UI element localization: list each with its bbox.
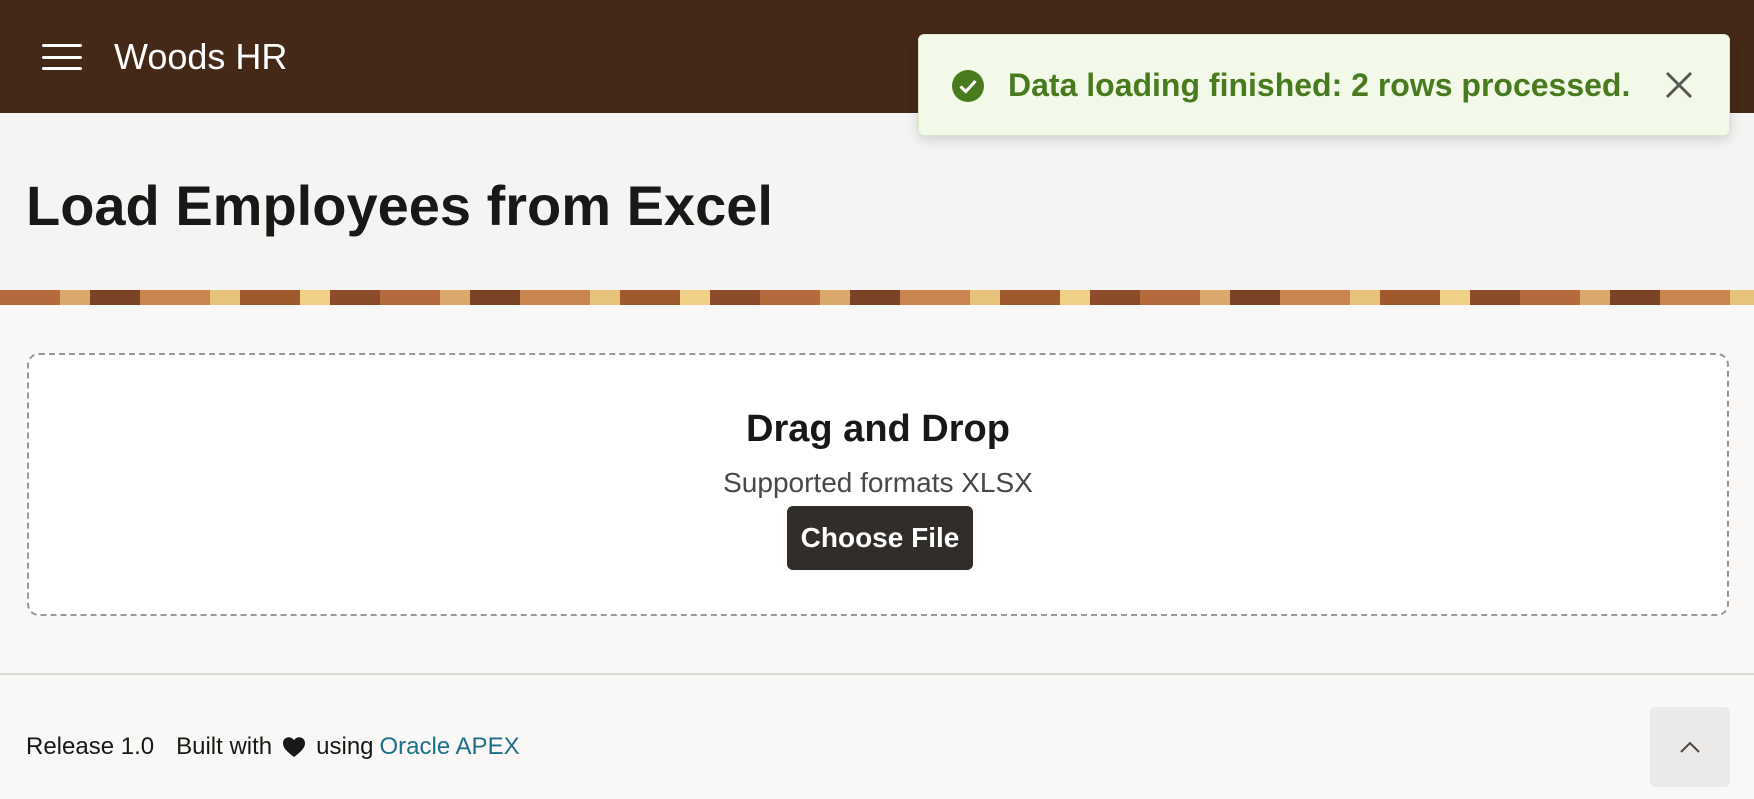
decorative-banner (0, 290, 1754, 305)
notification-message: Data loading finished: 2 rows processed. (1008, 67, 1631, 103)
built-with-text: Built with (176, 733, 273, 760)
footer-divider (0, 673, 1754, 675)
title-region: Load Employees from Excel (0, 113, 1754, 290)
supported-formats-text: Supported formats XLSX (723, 467, 1033, 498)
success-notification: Data loading finished: 2 rows processed. (918, 34, 1730, 136)
app-title[interactable]: Woods HR (114, 36, 287, 78)
hamburger-menu-icon[interactable] (38, 38, 86, 76)
close-icon[interactable] (1661, 67, 1697, 103)
scroll-to-top-button[interactable] (1650, 707, 1730, 787)
release-label: Release 1.0 (26, 733, 155, 760)
page-title: Load Employees from Excel (26, 174, 773, 237)
using-text: using (316, 733, 374, 760)
drop-zone-heading: Drag and Drop (746, 408, 1010, 450)
oracle-apex-link[interactable]: Oracle APEX (380, 732, 520, 762)
chevron-up-icon (1680, 741, 1700, 753)
choose-file-button[interactable]: Choose File (787, 506, 973, 570)
check-circle-icon (952, 70, 984, 102)
footer: Release 1.0 Built with using Oracle APEX (26, 732, 520, 762)
heart-icon (283, 737, 306, 757)
file-drop-zone[interactable]: Drag and Drop Supported formats XLSX Cho… (27, 353, 1729, 616)
